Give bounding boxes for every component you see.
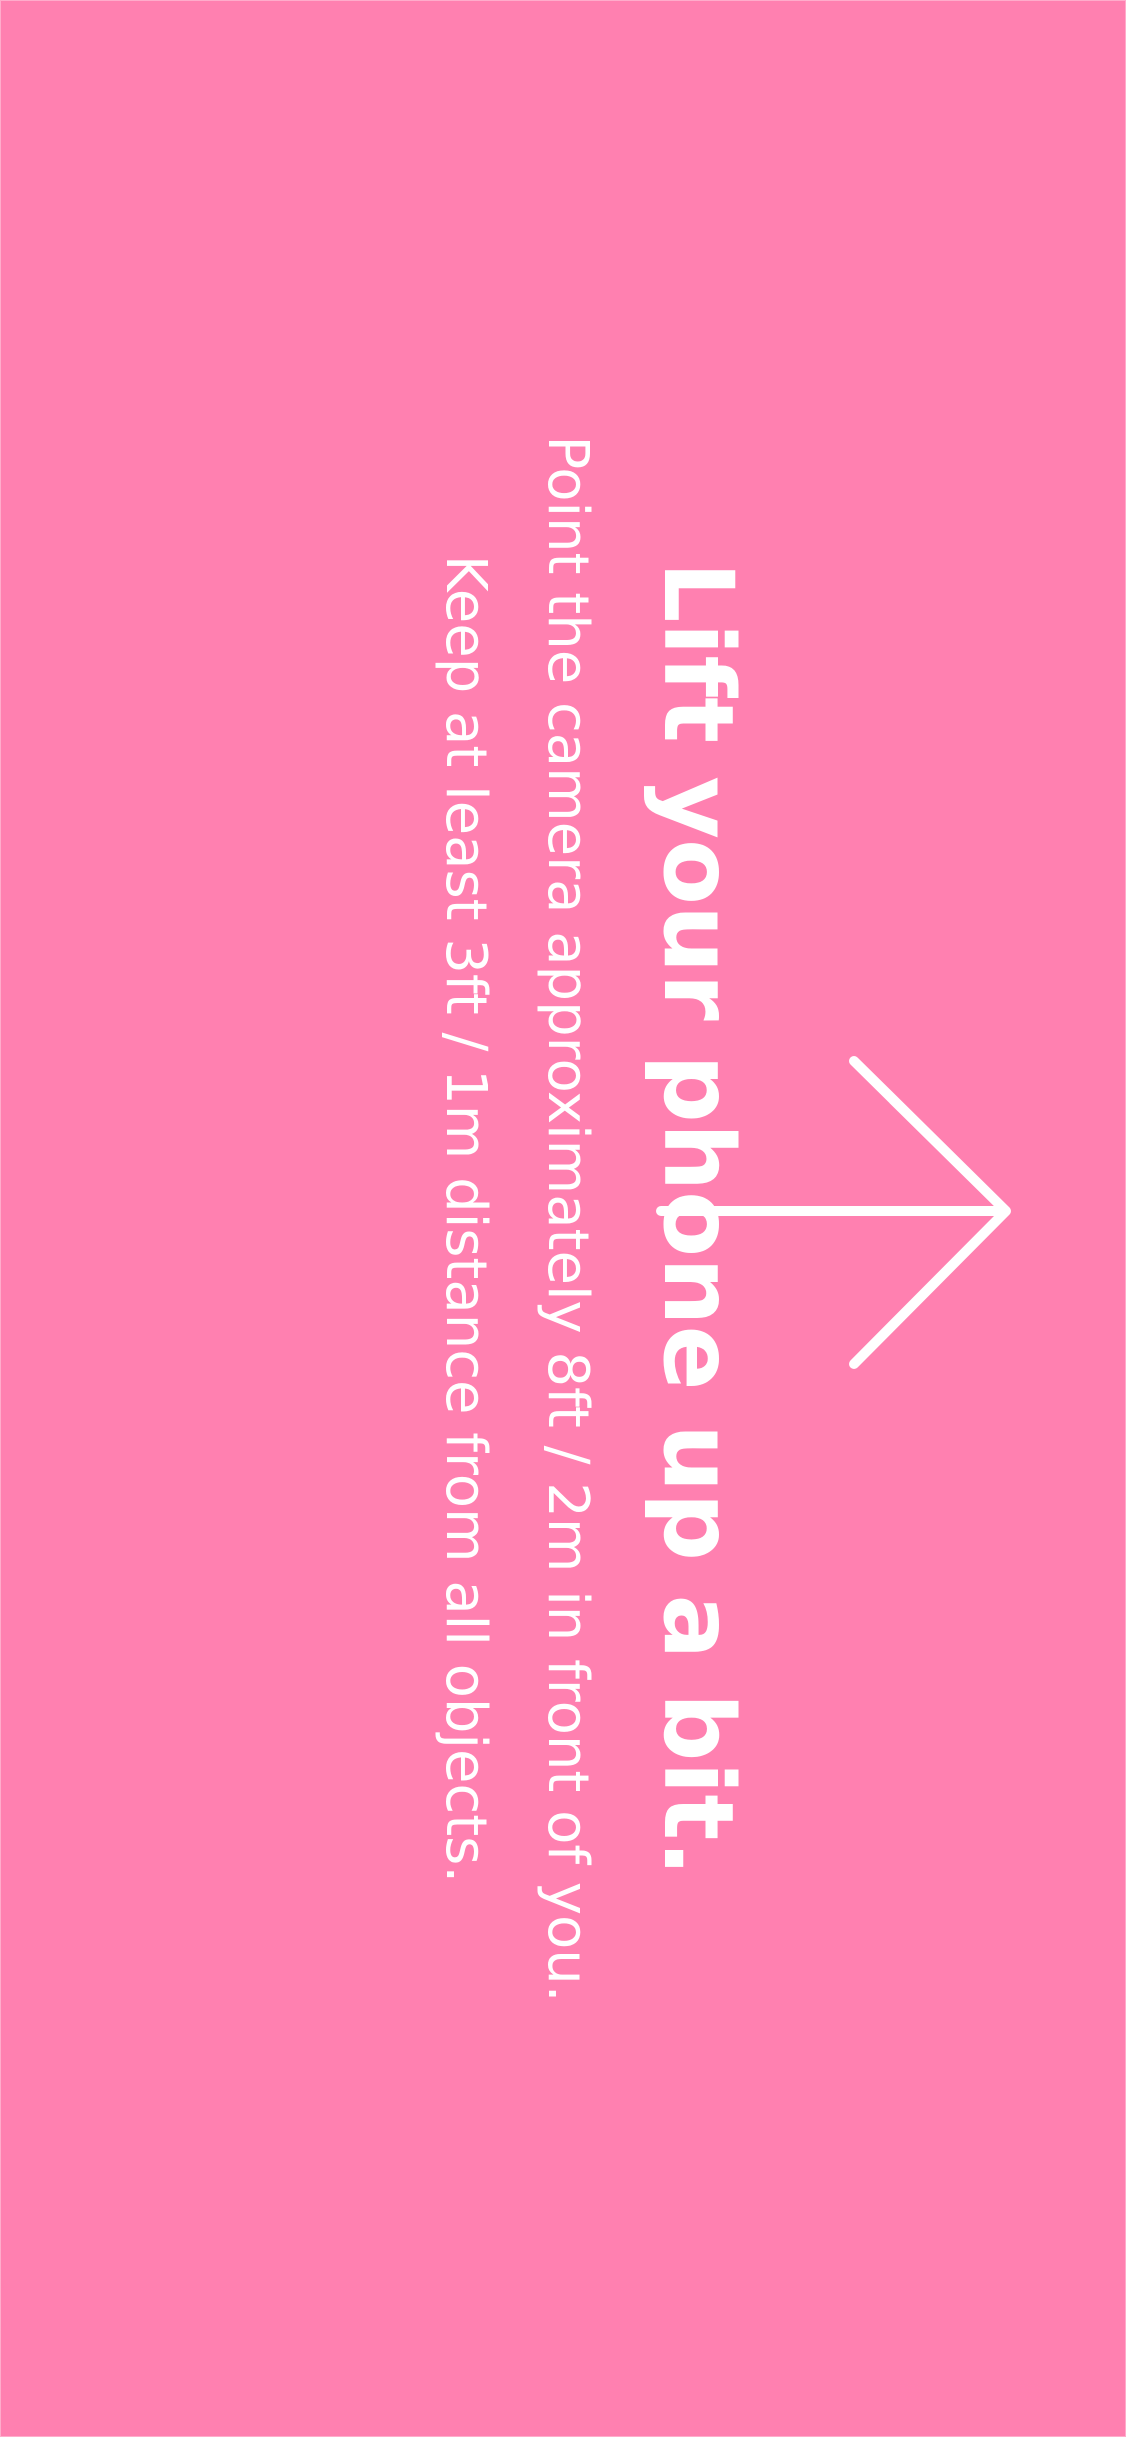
instruction-line-object-distance: Keep at least 3ft / 1m distance from all… [433, 554, 498, 1884]
instruction-line-distance-ahead: Point the camera approximately 8ft / 2m … [535, 435, 600, 2003]
ar-guidance-screen: Lift your phone up a bit. Point the came… [0, 0, 1126, 2437]
instruction-text-group: Lift your phone up a bit. Point the came… [374, 319, 754, 2119]
instruction-title: Lift your phone up a bit. [642, 561, 754, 1877]
instruction-details: Point the camera approximately 8ft / 2m … [414, 319, 618, 2119]
